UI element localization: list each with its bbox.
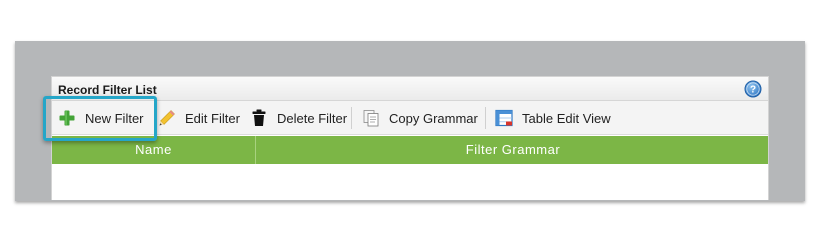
edit-filter-label: Edit Filter [185,110,240,126]
grid-body [52,164,768,200]
table-icon [495,109,513,127]
new-filter-highlight [43,96,157,141]
grid-header: Name Filter Grammar [52,136,768,164]
column-header-filter-grammar[interactable]: Filter Grammar [256,136,770,164]
copy-grammar-label: Copy Grammar [389,110,478,126]
delete-filter-label: Delete Filter [277,110,348,126]
panel-header: Record Filter List ? [52,77,768,101]
trash-icon [252,109,266,126]
toolbar-separator [485,107,486,129]
pencil-icon [159,110,175,126]
copy-grammar-button[interactable]: Copy Grammar [362,101,478,135]
panel-title: Record Filter List [58,83,157,97]
copy-icon [363,110,379,127]
table-edit-view-button[interactable]: Table Edit View [495,101,611,135]
svg-text:?: ? [750,85,756,96]
toolbar: New Filter Edit Filter Delete Filter Cop… [52,101,768,135]
edit-filter-button[interactable]: Edit Filter [158,101,240,135]
help-icon[interactable]: ? [744,80,762,98]
table-edit-view-label: Table Edit View [522,110,611,126]
toolbar-separator [351,107,352,129]
record-filter-list-panel: Record Filter List ? New Filter Edit Fil… [51,76,769,200]
delete-filter-button[interactable]: Delete Filter [250,101,347,135]
